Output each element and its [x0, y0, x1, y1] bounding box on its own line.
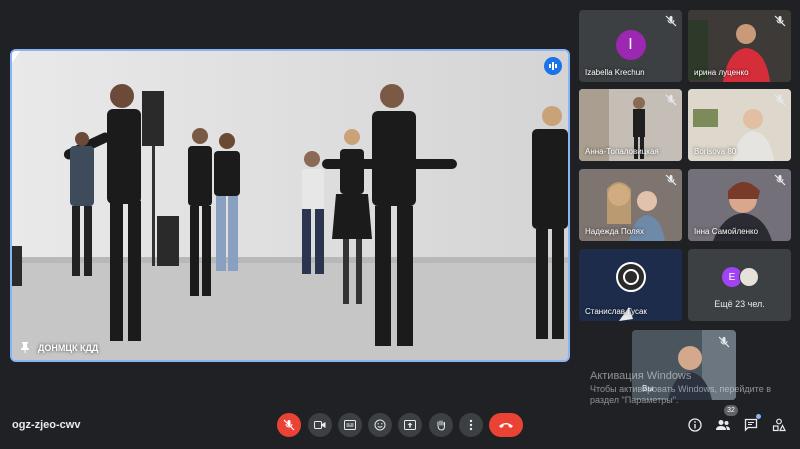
mic-off-icon	[774, 94, 786, 106]
captions-icon	[344, 420, 356, 430]
participant-tile-stanislav[interactable]: Станислав Гусак	[579, 249, 682, 321]
leave-call-button[interactable]	[489, 413, 523, 437]
participant-name: Анна-Топаловицкая	[585, 147, 659, 156]
mic-off-icon	[665, 15, 677, 27]
participant-tile-izabella[interactable]: I Izabella Krechun	[579, 10, 682, 82]
spotlight-corner	[12, 51, 20, 63]
more-options-button[interactable]	[459, 413, 483, 437]
windows-activation-watermark: Активация Windows Чтобы активировать Win…	[590, 370, 800, 406]
present-screen-button[interactable]	[398, 413, 422, 437]
people-icon	[716, 420, 730, 430]
meeting-details-button[interactable]	[685, 415, 705, 435]
participant-name: Izabella Krechun	[585, 68, 645, 77]
mic-off-icon	[718, 336, 730, 348]
participant-name: Станислав Гусак	[585, 307, 647, 316]
mic-off-icon	[665, 174, 677, 186]
meeting-code: ogz-zjeo-cwv	[12, 419, 81, 431]
participant-tile-inna[interactable]: Інна Самойленко	[688, 169, 791, 241]
raise-hand-icon	[437, 420, 445, 431]
more-avatars: E	[722, 267, 759, 287]
mic-off-icon	[774, 174, 786, 186]
more-participants-tile[interactable]: E Ещё 23 чел.	[688, 249, 791, 321]
people-button[interactable]	[713, 415, 733, 435]
participant-tile-anna[interactable]: Анна-Топаловицкая	[579, 89, 682, 161]
more-icon	[469, 419, 473, 431]
more-participants-label: Ещё 23 чел.	[714, 299, 765, 309]
present-icon	[404, 420, 416, 430]
camera-toggle-button[interactable]	[308, 413, 332, 437]
dance-class-scene	[12, 51, 568, 360]
chat-icon	[744, 418, 758, 432]
participant-tile-nadezhda[interactable]: Надежда Полях	[579, 169, 682, 241]
avatar	[739, 267, 759, 287]
activation-line-2: раздел "Параметры".	[590, 395, 679, 405]
participant-name: Інна Самойленко	[694, 227, 759, 236]
info-icon	[688, 418, 702, 432]
mic-off-icon	[283, 419, 295, 431]
spotlight-name: ДОНМЦК КДД	[38, 343, 99, 353]
emoji-icon	[374, 419, 386, 431]
mic-off-icon	[665, 94, 677, 106]
participant-tile-borisova[interactable]: Borisova 80	[688, 89, 791, 161]
participant-name: Borisova 80	[694, 147, 737, 156]
mic-toggle-button[interactable]	[277, 413, 301, 437]
activities-icon	[772, 418, 786, 432]
raise-hand-button[interactable]	[429, 413, 453, 437]
mic-off-icon	[774, 15, 786, 27]
captions-button[interactable]	[338, 413, 362, 437]
participant-name: Надежда Полях	[585, 227, 644, 236]
activities-button[interactable]	[769, 415, 789, 435]
spotlight-video[interactable]: ДОНМЦК КДД	[10, 49, 570, 362]
activation-title: Активация Windows	[590, 370, 692, 382]
reactions-button[interactable]	[368, 413, 392, 437]
activation-line-1: Чтобы активировать Windows, перейдите в	[590, 384, 771, 394]
chat-unread-dot	[756, 414, 761, 419]
avatar: I	[615, 30, 646, 60]
end-call-icon	[499, 423, 513, 428]
participant-name: ирина луценко	[694, 68, 749, 77]
speaking-indicator-icon	[544, 57, 562, 75]
camera-icon	[314, 421, 326, 429]
pin-icon[interactable]	[18, 340, 32, 354]
meet-window: ДОНМЦК КДД I Izabella Krechun ирина луце…	[0, 0, 800, 449]
participant-tile-irina[interactable]: ирина луценко	[688, 10, 791, 82]
